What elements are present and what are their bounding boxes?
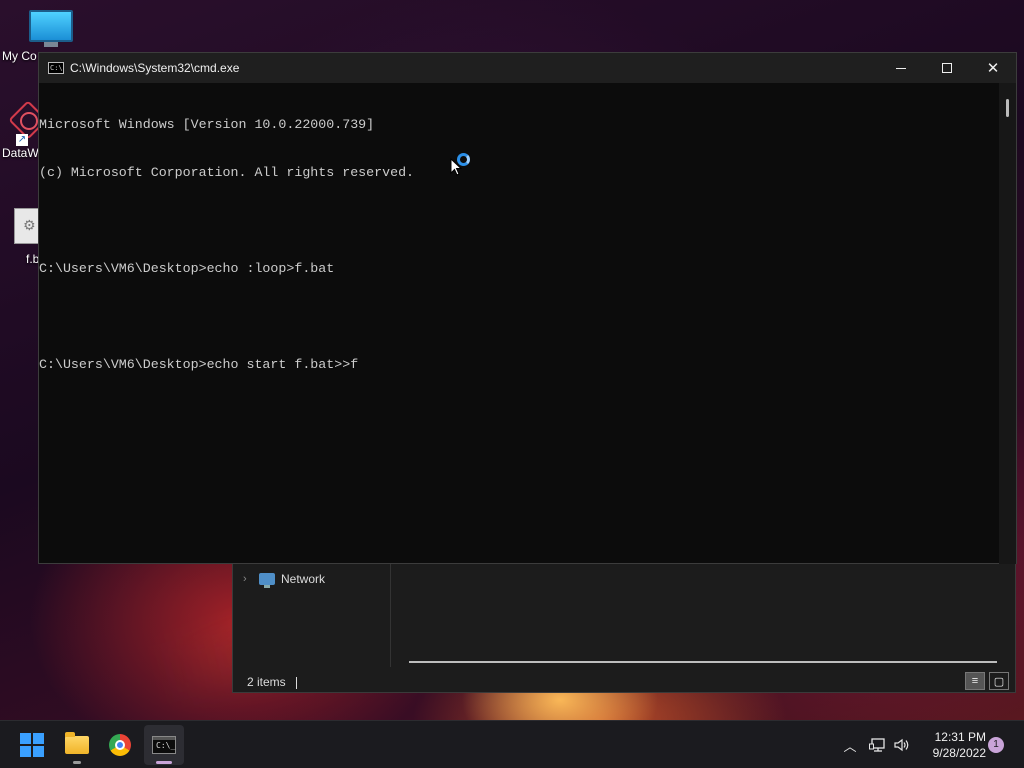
console-line: C:\Users\VM6\Desktop>echo :loop>f.bat	[39, 261, 335, 276]
network-status-icon	[869, 738, 885, 752]
taskbar-terminal[interactable]: C:\_	[144, 725, 184, 765]
vertical-scrollbar[interactable]	[999, 83, 1016, 564]
status-bar: 2 items	[247, 675, 297, 689]
chevron-right-icon[interactable]: ›	[243, 573, 253, 585]
monitor-icon	[29, 10, 73, 42]
maximize-button[interactable]	[924, 53, 970, 83]
show-hidden-icons-button[interactable]: ︿	[840, 721, 860, 768]
monitor-stand	[44, 42, 58, 47]
details-view-button[interactable]: ≡	[965, 672, 985, 690]
console-output[interactable]: Microsoft Windows [Version 10.0.22000.73…	[39, 83, 1001, 564]
notification-badge[interactable]: 1	[988, 737, 1004, 753]
network-tray-button[interactable]	[868, 721, 888, 768]
network-icon	[259, 573, 275, 588]
nav-item-network[interactable]: › Network	[243, 572, 326, 588]
console-line: (c) Microsoft Corporation. All rights re…	[39, 165, 415, 180]
file-explorer-window: › Network 2 items ≡ ▢	[232, 562, 1016, 693]
taskbar: C:\_ ︿ 12:31 PM 9/28/2022 1	[0, 720, 1024, 768]
terminal-icon: C:\_	[152, 736, 176, 754]
window-title: C:\Windows\System32\cmd.exe	[70, 61, 240, 75]
start-icon	[20, 733, 44, 757]
navigation-pane: › Network	[233, 563, 391, 667]
title-bar[interactable]: C:\ C:\Windows\System32\cmd.exe ✕	[39, 53, 1016, 83]
cmd-window[interactable]: C:\ C:\Windows\System32\cmd.exe ✕ Micros…	[38, 52, 1017, 564]
busy-spinner-icon	[457, 153, 470, 166]
item-count: 2 items	[247, 675, 286, 689]
console-line: Microsoft Windows [Version 10.0.22000.73…	[39, 117, 375, 132]
file-explorer-icon	[65, 732, 89, 754]
clock-button[interactable]: 12:31 PM 9/28/2022	[920, 729, 986, 761]
active-indicator	[156, 761, 172, 764]
chevron-up-icon: ︿	[843, 738, 857, 754]
horizontal-scrollbar[interactable]	[409, 661, 997, 663]
taskbar-file-explorer[interactable]	[57, 725, 97, 765]
cmd-app-icon: C:\	[48, 62, 64, 74]
speaker-icon	[894, 738, 909, 752]
close-button[interactable]: ✕	[970, 53, 1016, 83]
volume-tray-button[interactable]	[892, 721, 912, 768]
scrollbar-thumb[interactable]	[1006, 99, 1009, 117]
close-icon: ✕	[986, 59, 1000, 77]
nav-item-label: Network	[281, 572, 326, 586]
minimize-icon	[896, 67, 906, 69]
clock-date: 9/28/2022	[932, 746, 986, 760]
large-icons-view-button[interactable]: ▢	[989, 672, 1009, 690]
maximize-icon	[942, 63, 952, 73]
console-line: C:\Users\VM6\Desktop>echo start f.bat>>f	[39, 357, 359, 372]
taskbar-chrome[interactable]	[100, 725, 140, 765]
view-toggle-group: ≡ ▢	[965, 672, 1009, 690]
shortcut-arrow-icon: ↗	[16, 134, 28, 146]
clock-time: 12:31 PM	[934, 730, 986, 744]
start-button[interactable]	[12, 725, 52, 765]
chrome-icon	[109, 734, 131, 756]
minimize-button[interactable]	[878, 53, 924, 83]
running-indicator	[73, 761, 81, 764]
divider	[295, 676, 297, 689]
